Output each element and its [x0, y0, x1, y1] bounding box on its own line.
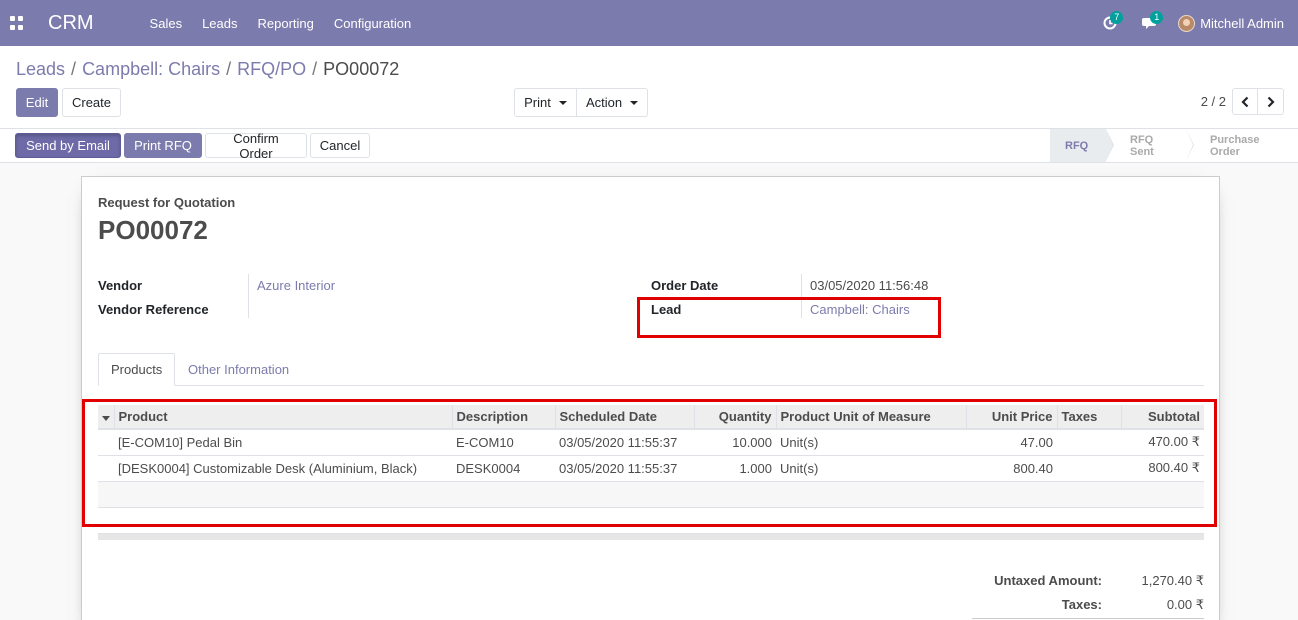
- taxes-value: 0.00 ₹: [1166, 597, 1204, 612]
- activity-button[interactable]: 7: [1090, 0, 1130, 46]
- order-lines-highlight-box: [82, 399, 1217, 527]
- form-sheet: Request for Quotation PO00072 Vendor Azu…: [81, 176, 1220, 620]
- breadcrumb-separator: /: [226, 59, 232, 79]
- apps-menu-icon[interactable]: [10, 16, 24, 30]
- activity-count-badge: 7: [1110, 11, 1124, 24]
- pager-previous[interactable]: [1232, 88, 1258, 115]
- cancel-button[interactable]: Cancel: [310, 133, 370, 158]
- step-arrow: [1106, 129, 1113, 161]
- status-step-label: Purchase Order: [1210, 133, 1260, 158]
- user-menu[interactable]: Mitchell Admin: [1178, 14, 1284, 32]
- order-date-field: 03/05/2020 11:56:48: [810, 278, 929, 293]
- document-title: PO00072: [98, 215, 208, 245]
- pager-next[interactable]: [1258, 88, 1284, 115]
- control-panel: Leads / Campbell: Chairs / RFQ/PO / PO00…: [0, 46, 1298, 129]
- status-step-rfq[interactable]: RFQ: [1050, 129, 1114, 162]
- vendor-reference-label: Vendor Reference: [98, 302, 209, 317]
- print-rfq-button[interactable]: Print RFQ: [124, 133, 202, 158]
- field-divider: [248, 274, 249, 318]
- print-dropdown[interactable]: Print: [514, 88, 577, 117]
- user-name: Mitchell Admin: [1200, 15, 1284, 31]
- caret-down-icon: [630, 100, 639, 105]
- lead-highlight-box: [637, 297, 941, 338]
- tab-products[interactable]: Products: [98, 353, 176, 386]
- status-step-rfq-sent[interactable]: RFQ Sent: [1106, 129, 1194, 162]
- messages-button[interactable]: 1: [1130, 0, 1170, 46]
- breadcrumb-leads[interactable]: Leads: [16, 59, 65, 80]
- breadcrumb-separator: /: [312, 59, 318, 79]
- form-statusbar: Send by Email Print RFQ Confirm Order Ca…: [0, 129, 1298, 163]
- taxes-label: Taxes:: [1061, 597, 1102, 612]
- breadcrumb-separator: /: [71, 59, 77, 79]
- print-label: Print: [524, 95, 551, 110]
- status-step-label: RFQ: [1065, 139, 1089, 152]
- avatar: [1178, 14, 1196, 32]
- pager: 2 / 2: [1201, 88, 1284, 115]
- app-name[interactable]: CRM: [48, 12, 94, 35]
- notebook-tabs: Products Other Information: [98, 353, 1204, 386]
- status-steps: RFQ RFQ Sent Purchase Order: [1050, 129, 1298, 162]
- breadcrumb-current: PO00072: [323, 59, 400, 79]
- table-footer-bar: [98, 534, 1204, 540]
- totals-divider: [972, 618, 1204, 619]
- tab-other-information[interactable]: Other Information: [176, 353, 301, 386]
- untaxed-amount-value: 1,270.40 ₹: [1141, 573, 1205, 588]
- action-label: Action: [585, 95, 623, 110]
- status-step-label: RFQ Sent: [1130, 133, 1154, 158]
- send-by-email-button[interactable]: Send by Email: [15, 133, 121, 158]
- menu-reporting[interactable]: Reporting: [258, 16, 314, 31]
- menu-leads[interactable]: Leads: [202, 16, 237, 31]
- step-arrow: [1186, 129, 1193, 161]
- create-button[interactable]: Create: [62, 88, 121, 117]
- order-date-label: Order Date: [651, 278, 719, 293]
- message-count-badge: 1: [1150, 11, 1164, 24]
- untaxed-amount-label: Untaxed Amount:: [994, 573, 1102, 588]
- breadcrumb-lead[interactable]: Campbell: Chairs: [82, 59, 220, 80]
- vendor-field[interactable]: Azure Interior: [257, 278, 335, 293]
- vendor-label: Vendor: [98, 278, 143, 293]
- document-type: Request for Quotation: [98, 195, 236, 210]
- breadcrumb: Leads / Campbell: Chairs / RFQ/PO / PO00…: [16, 59, 399, 80]
- menu-sales[interactable]: Sales: [150, 16, 183, 31]
- caret-down-icon: [558, 100, 567, 105]
- status-step-purchase-order[interactable]: Purchase Order: [1186, 129, 1298, 162]
- action-dropdown[interactable]: Action: [577, 88, 648, 117]
- menu-configuration[interactable]: Configuration: [334, 16, 411, 31]
- chevron-left-icon: [1241, 96, 1249, 107]
- confirm-order-button[interactable]: Confirm Order: [205, 131, 307, 161]
- breadcrumb-rfq[interactable]: RFQ/PO: [237, 59, 306, 80]
- chevron-right-icon: [1267, 96, 1275, 107]
- top-navbar: CRM Sales Leads Reporting Configuration …: [0, 0, 1298, 46]
- edit-button[interactable]: Edit: [16, 88, 58, 117]
- pager-value[interactable]: 2 / 2: [1201, 94, 1226, 109]
